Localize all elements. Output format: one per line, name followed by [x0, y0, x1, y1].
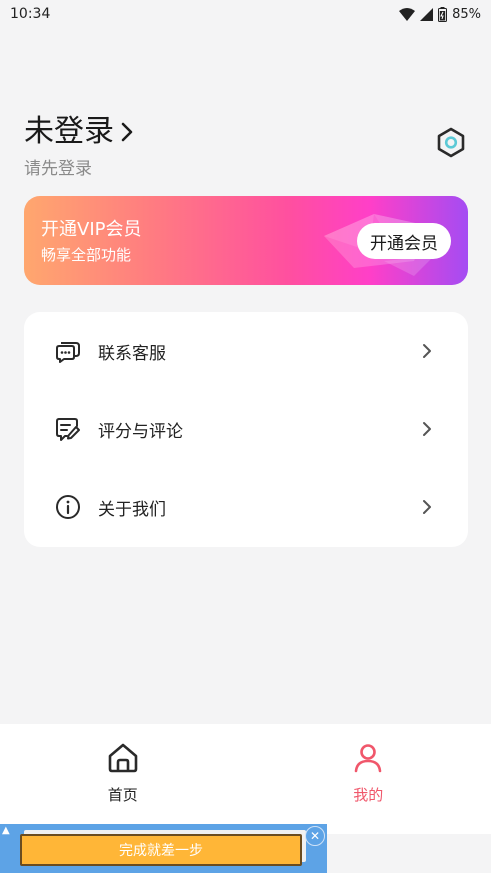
rating-review-icon: [54, 415, 82, 443]
battery-percent: 85%: [452, 6, 481, 22]
menu-item-about-us[interactable]: 关于我们: [24, 468, 468, 546]
vip-subtitle: 畅享全部功能: [41, 246, 132, 264]
vip-title: 开通VIP会员: [41, 219, 142, 240]
home-icon: [107, 742, 139, 778]
cellular-signal-icon: [420, 7, 434, 21]
menu-item-contact-service[interactable]: 联系客服: [24, 312, 468, 390]
nav-tab-label: 我的: [353, 786, 384, 804]
user-icon: [352, 742, 384, 778]
menu-card: 联系客服 评分与评论 关于我们: [24, 312, 468, 547]
battery-icon: [438, 6, 448, 22]
menu-item-label: 评分与评论: [98, 421, 183, 442]
chevron-right-icon: [120, 121, 134, 143]
vip-banner[interactable]: 开通VIP会员 畅享全部功能 开通会员: [24, 196, 468, 285]
ad-banner[interactable]: ▲ 完成就差一步 ✕: [0, 824, 327, 873]
bottom-nav: 首页 我的: [0, 724, 491, 834]
login-prompt[interactable]: 未登录: [24, 112, 467, 152]
open-vip-button[interactable]: 开通会员: [357, 223, 451, 259]
login-title[interactable]: 未登录: [24, 112, 114, 152]
status-icons: 85%: [399, 6, 481, 22]
status-time: 10:34: [10, 6, 51, 22]
ad-action-button[interactable]: 完成就差一步: [20, 834, 302, 866]
profile-header: 未登录 请先登录: [24, 112, 467, 182]
login-subtitle: 请先登录: [24, 159, 92, 179]
chevron-right-icon: [420, 422, 434, 436]
menu-item-rating-review[interactable]: 评分与评论: [24, 390, 468, 468]
settings-button[interactable]: [435, 127, 467, 161]
customer-service-icon: [54, 337, 82, 365]
ad-tag-icon: ▲: [2, 825, 10, 836]
nav-tab-home[interactable]: 首页: [0, 724, 246, 834]
close-icon[interactable]: ✕: [305, 826, 325, 846]
wifi-icon: [399, 7, 416, 21]
nav-tab-mine[interactable]: 我的: [246, 724, 491, 834]
vip-text: 开通VIP会员 畅享全部功能: [41, 218, 141, 266]
menu-item-label: 关于我们: [98, 499, 166, 520]
chevron-right-icon: [420, 344, 434, 358]
status-bar: 10:34 85%: [0, 0, 491, 28]
chevron-right-icon: [420, 500, 434, 514]
info-icon: [54, 493, 82, 521]
settings-hexagon-icon: [437, 127, 465, 162]
menu-item-label: 联系客服: [98, 343, 166, 364]
nav-tab-label: 首页: [107, 786, 138, 804]
